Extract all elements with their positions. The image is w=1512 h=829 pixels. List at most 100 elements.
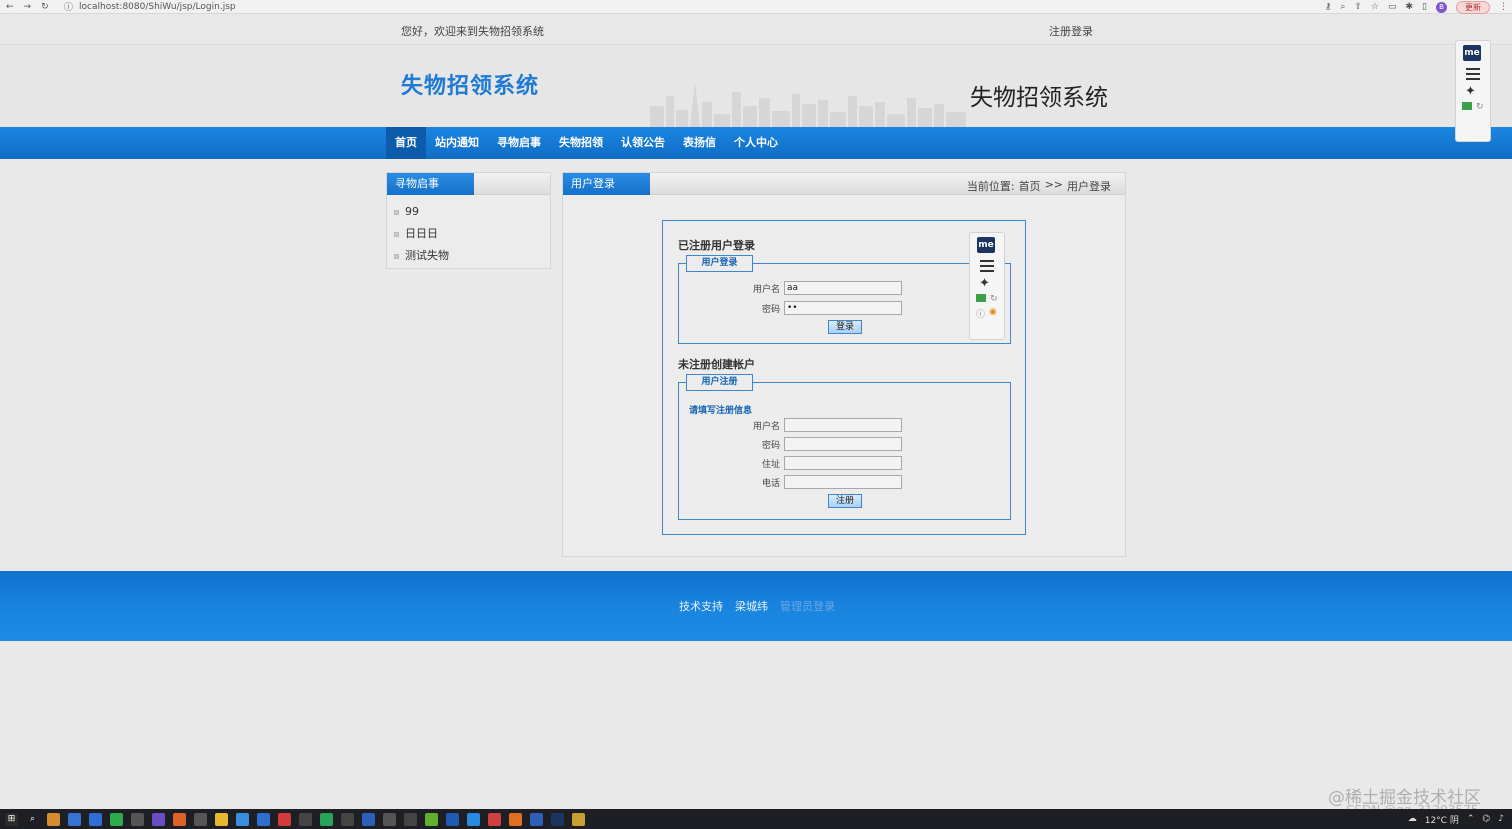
admin-login-link[interactable]: 管理员登录 bbox=[780, 598, 835, 614]
app-icon[interactable] bbox=[68, 812, 81, 826]
register-button[interactable]: 注册 bbox=[828, 494, 862, 508]
refresh-icon[interactable]: ↻ bbox=[1476, 102, 1484, 112]
green-tool-icon[interactable] bbox=[976, 294, 986, 302]
profile-avatar[interactable]: B bbox=[1436, 1, 1447, 13]
extensions-icon[interactable]: ✱ bbox=[1406, 2, 1414, 12]
app-icon[interactable] bbox=[446, 812, 459, 826]
phone-label: 电话 bbox=[761, 479, 780, 489]
app-icon[interactable] bbox=[572, 812, 585, 826]
app-icon[interactable] bbox=[173, 812, 186, 826]
footer-author: 梁城纬 bbox=[735, 600, 768, 613]
register-password-input[interactable] bbox=[784, 437, 902, 451]
site-title: 失物招领系统 bbox=[401, 74, 540, 99]
login-fieldset: 用户登录 用户名 aa 密码 •• 登录 bbox=[678, 255, 1011, 344]
menu-icon[interactable] bbox=[1466, 68, 1480, 80]
info-icon: ⓘ bbox=[64, 3, 74, 13]
search-icon[interactable]: ⌕ bbox=[26, 813, 39, 826]
sidebar-icon[interactable]: ▯ bbox=[1422, 2, 1427, 12]
login-legend: 用户登录 bbox=[686, 255, 753, 272]
cloud-icon: ☁ bbox=[1407, 814, 1417, 824]
address-bar-url[interactable]: localhost:8080/ShiWu/jsp/Login.jsp bbox=[79, 2, 236, 12]
key-icon[interactable]: ⚷ bbox=[1325, 2, 1332, 12]
register-hint: 请填写注册信息 bbox=[689, 406, 753, 416]
update-button[interactable]: 更新 bbox=[1456, 0, 1490, 14]
app-icon[interactable] bbox=[299, 812, 312, 826]
menu-icon[interactable] bbox=[980, 260, 994, 272]
more-icon[interactable]: ⋮ bbox=[1499, 2, 1508, 12]
magic-wand-icon[interactable]: ✦ bbox=[979, 276, 1004, 291]
register-phone-input[interactable] bbox=[784, 475, 902, 489]
list-item[interactable]: 日日日 bbox=[394, 223, 550, 245]
breadcrumb-home[interactable]: 首页 bbox=[1019, 178, 1041, 194]
nav-item-personal-center[interactable]: 个人中心 bbox=[725, 127, 787, 159]
share-icon[interactable]: ⇪ bbox=[1354, 2, 1362, 12]
nav-item-lost-notices[interactable]: 寻物启事 bbox=[488, 127, 550, 159]
app-icon[interactable] bbox=[320, 812, 333, 826]
login-button[interactable]: 登录 bbox=[828, 320, 862, 334]
app-icon[interactable] bbox=[236, 812, 249, 826]
register-phone-row: 电话 bbox=[679, 475, 1012, 490]
list-item-label[interactable]: 测试失物 bbox=[405, 245, 449, 267]
volume-icon[interactable]: ♪ bbox=[1498, 814, 1504, 824]
welcome-bar: 您好，欢迎来到失物招领系统 注册登录 bbox=[0, 15, 1512, 45]
edge-icon[interactable] bbox=[467, 812, 480, 826]
star-icon[interactable]: ☆ bbox=[1371, 2, 1379, 12]
app-icon[interactable] bbox=[131, 812, 144, 826]
app-icon[interactable] bbox=[89, 812, 102, 826]
list-item-label[interactable]: 日日日 bbox=[405, 223, 438, 245]
nav-item-claim-announcements[interactable]: 认领公告 bbox=[612, 127, 674, 159]
app-icon[interactable] bbox=[152, 812, 165, 826]
zoom-icon[interactable]: ⌕ bbox=[1340, 2, 1345, 12]
nav-item-praise-letters[interactable]: 表扬信 bbox=[674, 127, 725, 159]
refresh-icon[interactable]: ↻ bbox=[990, 294, 998, 304]
register-login-link[interactable]: 注册登录 bbox=[1049, 23, 1093, 39]
list-item-label[interactable]: 99 bbox=[405, 201, 419, 223]
app-icon[interactable] bbox=[488, 812, 501, 826]
list-item[interactable]: 99 bbox=[394, 201, 550, 223]
nav-item-home[interactable]: 首页 bbox=[386, 127, 426, 159]
extension-widget: me ✦ ↻ ⓘ ◉ bbox=[969, 232, 1005, 340]
reload-icon[interactable]: ↻ bbox=[41, 2, 49, 12]
sidebar-header: 寻物启事 bbox=[387, 173, 550, 195]
app-icon[interactable] bbox=[341, 812, 354, 826]
magic-wand-icon[interactable]: ✦ bbox=[1465, 84, 1490, 99]
wechat-icon[interactable] bbox=[110, 812, 123, 826]
app-icon[interactable] bbox=[551, 812, 564, 826]
address-bar[interactable]: ⓘ localhost:8080/ShiWu/jsp/Login.jsp bbox=[64, 0, 236, 14]
green-tool-icon[interactable] bbox=[1462, 102, 1472, 110]
word-icon[interactable] bbox=[530, 812, 543, 826]
nav-item-notices[interactable]: 站内通知 bbox=[426, 127, 488, 159]
register-fieldset: 用户注册 请填写注册信息 用户名 密码 住址 电话 注册 bbox=[678, 374, 1012, 520]
nav-item-found-items[interactable]: 失物招领 bbox=[550, 127, 612, 159]
app-icon[interactable] bbox=[278, 812, 291, 826]
back-icon[interactable]: ← bbox=[6, 2, 14, 12]
register-address-input[interactable] bbox=[784, 456, 902, 470]
register-username-input[interactable] bbox=[784, 418, 902, 432]
login-password-input[interactable]: •• bbox=[784, 301, 902, 315]
list-item[interactable]: 测试失物 bbox=[394, 245, 550, 267]
breadcrumb-separator: >> bbox=[1044, 178, 1063, 191]
app-icon[interactable] bbox=[425, 812, 438, 826]
chrome-icon[interactable] bbox=[194, 812, 207, 826]
bullet-icon bbox=[394, 253, 399, 259]
app-icon[interactable] bbox=[383, 812, 396, 826]
alert-icon[interactable]: ⓘ bbox=[976, 307, 985, 320]
app-icon[interactable] bbox=[47, 812, 60, 826]
app-icon[interactable] bbox=[404, 812, 417, 826]
extension-logo[interactable]: me bbox=[1463, 45, 1481, 61]
network-icon[interactable]: ⌬ bbox=[1482, 814, 1490, 824]
register-address-row: 住址 bbox=[679, 456, 1012, 471]
extension-logo[interactable]: me bbox=[977, 237, 995, 253]
folder-icon[interactable] bbox=[215, 812, 228, 826]
username-label: 用户名 bbox=[752, 422, 780, 432]
login-username-input[interactable]: aa bbox=[784, 281, 902, 295]
forward-icon[interactable]: → bbox=[24, 2, 32, 12]
weather-text[interactable]: 12°C 阴 bbox=[1425, 813, 1459, 826]
start-icon[interactable]: ⊞ bbox=[5, 812, 18, 826]
app-icon[interactable] bbox=[257, 812, 270, 826]
screenshot-icon[interactable]: ▭ bbox=[1388, 2, 1397, 12]
eye-icon[interactable]: ◉ bbox=[989, 307, 997, 320]
app-icon[interactable] bbox=[362, 812, 375, 826]
app-icon[interactable] bbox=[509, 812, 522, 826]
chevron-up-icon[interactable]: ⌃ bbox=[1467, 814, 1475, 824]
